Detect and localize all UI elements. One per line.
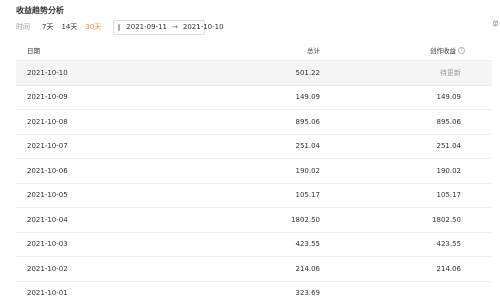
calendar-icon bbox=[118, 23, 121, 31]
cell-total: 105.17 bbox=[295, 191, 321, 200]
cell-date: 2021-10-07 bbox=[27, 142, 68, 151]
table-row: 2021-10-05 105.17 105.17 bbox=[16, 184, 492, 208]
column-header-creation-label: 创作收益 bbox=[430, 47, 456, 55]
cell-date: 2021-10-08 bbox=[27, 117, 68, 126]
cell-date: 2021-10-10 bbox=[27, 68, 68, 77]
cell-total: 501.22 bbox=[295, 68, 321, 77]
cell-creation: 待更新 bbox=[440, 68, 461, 77]
range-14-days-button[interactable]: 14天 bbox=[61, 22, 77, 32]
date-start: 2021-09-11 bbox=[126, 23, 167, 31]
cell-total: 214.06 bbox=[295, 264, 321, 273]
table-row: 2021-10-08 895.06 895.06 bbox=[16, 110, 492, 135]
cell-creation: 251.04 bbox=[436, 142, 462, 151]
cell-date: 2021-10-05 bbox=[27, 191, 68, 200]
time-filter-label: 时间 bbox=[16, 23, 30, 31]
date-end: 2021-10-10 bbox=[182, 23, 224, 31]
date-separator: → bbox=[172, 23, 178, 31]
column-header-total: 总计 bbox=[307, 47, 320, 55]
table-row: 2021-10-02 214.06 214.06 bbox=[16, 257, 492, 282]
table-row: 2021-10-10 501.22 待更新 bbox=[16, 61, 492, 86]
range-7-days-button[interactable]: 7天 bbox=[42, 22, 53, 32]
cell-total: 190.02 bbox=[295, 166, 321, 175]
cell-creation: 1802.50 bbox=[432, 215, 461, 224]
cell-total: 149.09 bbox=[295, 93, 321, 102]
cell-creation: 895.06 bbox=[436, 117, 462, 126]
cell-creation: 214.06 bbox=[436, 264, 462, 273]
cell-date: 2021-10-01 bbox=[27, 289, 68, 298]
time-filter-bar: 时间 7天 14天 30天 2021-09-11 → 2021-10-10 bbox=[16, 19, 224, 35]
range-30-days-button[interactable]: 30天 bbox=[85, 22, 101, 32]
cell-total: 323.69 bbox=[295, 289, 321, 298]
help-icon[interactable]: ? bbox=[458, 46, 465, 54]
cell-date: 2021-10-04 bbox=[27, 215, 68, 224]
cell-date: 2021-10-02 bbox=[27, 264, 68, 273]
earnings-trend-page: 收益趋势分析 时间 7天 14天 30天 2021-09-11 → 2021-1… bbox=[0, 0, 500, 300]
table-row: 2021-10-01 323.69 bbox=[16, 282, 492, 300]
cell-total: 251.04 bbox=[295, 142, 321, 151]
earnings-table: 日期 总计 创作收益 ? 2021-10-10 501.22 待更新 2021-… bbox=[16, 40, 492, 300]
column-header-creation: 创作收益 ? bbox=[430, 40, 465, 60]
cell-date: 2021-10-09 bbox=[27, 93, 68, 102]
page-title: 收益趋势分析 bbox=[16, 6, 64, 15]
cell-creation: 105.17 bbox=[436, 191, 462, 200]
cell-creation: 190.02 bbox=[436, 166, 462, 175]
table-header: 日期 总计 创作收益 ? bbox=[16, 40, 492, 61]
date-range-picker[interactable]: 2021-09-11 → 2021-10-10 bbox=[113, 19, 224, 35]
cell-total: 1802.50 bbox=[291, 215, 320, 224]
cell-total: 895.06 bbox=[295, 117, 321, 126]
table-row: 2021-10-09 149.09 149.09 bbox=[16, 86, 492, 110]
cell-date: 2021-10-06 bbox=[27, 166, 68, 175]
cell-creation: 149.09 bbox=[436, 93, 462, 102]
cell-creation: 423.55 bbox=[436, 240, 462, 249]
table-row: 2021-10-03 423.55 423.55 bbox=[16, 233, 492, 257]
table-row: 2021-10-07 251.04 251.04 bbox=[16, 135, 492, 159]
unit-label-cut: 单位 bbox=[492, 20, 500, 28]
table-row: 2021-10-06 190.02 190.02 bbox=[16, 159, 492, 184]
cell-total: 423.55 bbox=[295, 240, 321, 249]
cell-date: 2021-10-03 bbox=[27, 240, 68, 249]
table-row: 2021-10-04 1802.50 1802.50 bbox=[16, 208, 492, 233]
column-header-date: 日期 bbox=[27, 47, 40, 55]
